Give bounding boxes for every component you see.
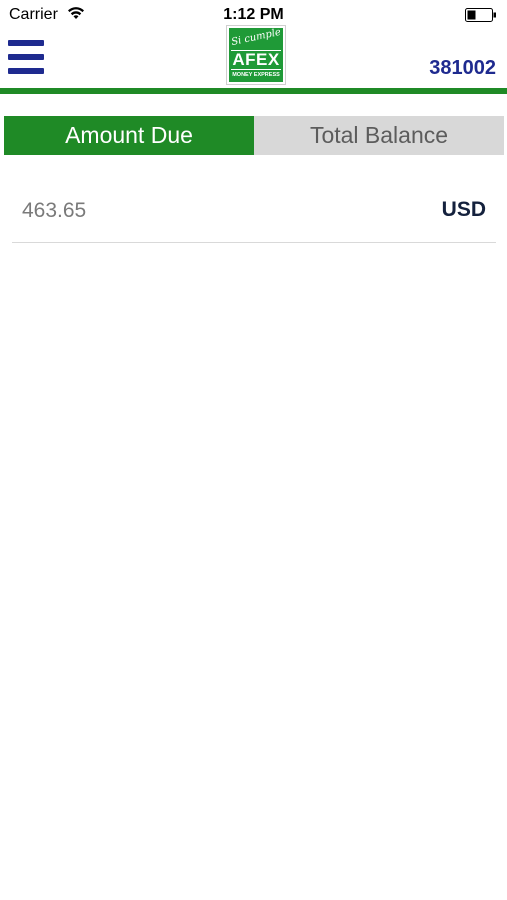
logo-brand: AFEX (231, 50, 281, 70)
hamburger-menu-icon[interactable] (8, 40, 46, 76)
logo-subtitle: MONEY EXPRESS (232, 72, 280, 78)
afex-logo: Si cumple AFEX MONEY EXPRESS (226, 25, 286, 85)
currency-code: USD (441, 198, 486, 221)
tab-total-balance[interactable]: Total Balance (254, 116, 504, 155)
header-divider (0, 88, 507, 94)
tab-amount-due[interactable]: Amount Due (4, 116, 254, 155)
balance-row: 463.65 USD (12, 178, 496, 243)
balance-segmented-control: Amount Due Total Balance (4, 116, 504, 155)
nav-bar: Si cumple AFEX MONEY EXPRESS 381002 (0, 25, 507, 88)
account-number: 381002 (429, 57, 496, 79)
logo-slogan: Si cumple (230, 26, 282, 49)
status-time: 1:12 PM (223, 6, 284, 23)
battery-icon (465, 8, 496, 22)
amount-value: 463.65 (22, 199, 87, 222)
